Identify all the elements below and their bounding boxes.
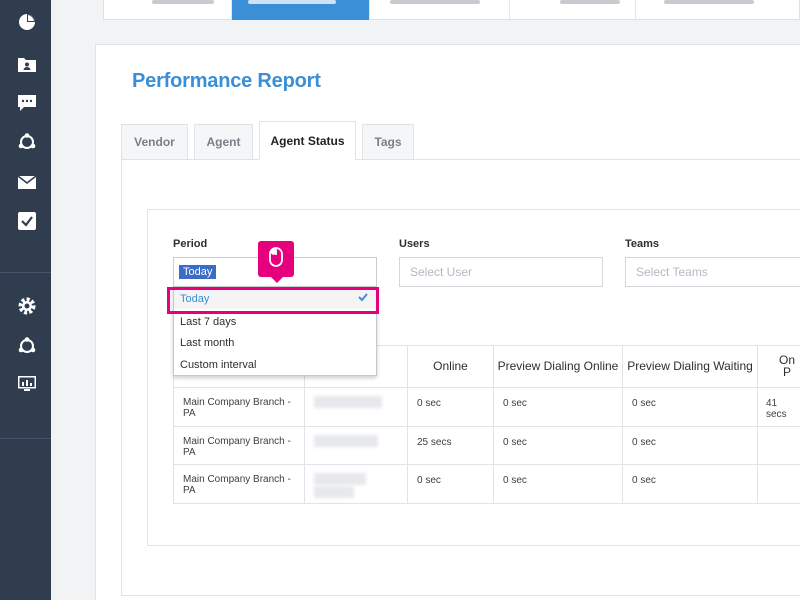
pie-chart-icon[interactable] xyxy=(17,12,37,32)
dashboard-tab[interactable] xyxy=(510,0,636,20)
contact-folder-icon[interactable] xyxy=(17,54,37,74)
dashboard-tab-bar xyxy=(103,0,800,20)
tab-agent-status[interactable]: Agent Status xyxy=(259,121,356,160)
mail-icon[interactable] xyxy=(17,172,37,192)
sidebar xyxy=(0,0,51,600)
tab-agent[interactable]: Agent xyxy=(194,124,253,160)
column-header-on-p[interactable]: On P xyxy=(758,345,800,387)
dashboard-tab-active[interactable] xyxy=(232,0,370,20)
cell-branch: Main Company Branch - PA xyxy=(183,436,291,458)
table-border xyxy=(304,376,305,503)
period-option-last-month[interactable]: Last month xyxy=(174,332,376,353)
sidebar-divider xyxy=(0,272,51,273)
cell-online: 0 sec xyxy=(417,398,441,409)
period-option-custom-interval[interactable]: Custom interval xyxy=(174,354,376,375)
cell-pd-online: 0 sec xyxy=(503,398,527,409)
cell-branch: Main Company Branch - PA xyxy=(183,397,291,419)
cell-branch: Main Company Branch - PA xyxy=(183,474,291,496)
cell-pd-online: 0 sec xyxy=(503,437,527,448)
chat-icon[interactable] xyxy=(17,93,37,113)
cell-online: 25 secs xyxy=(417,437,452,448)
sidebar-divider xyxy=(0,438,51,439)
network-settings-icon[interactable] xyxy=(17,336,37,356)
monitor-dashboard-icon[interactable] xyxy=(17,374,37,394)
table-border xyxy=(173,426,800,427)
cell-pd-waiting: 0 sec xyxy=(632,437,656,448)
cell-online: 0 sec xyxy=(417,475,441,486)
table-border xyxy=(173,387,800,388)
column-header-preview-dialing-online[interactable]: Preview Dialing Online xyxy=(494,345,622,387)
teams-select[interactable]: Select Teams xyxy=(625,257,800,287)
period-label: Period xyxy=(173,238,208,250)
mouse-icon xyxy=(269,246,283,272)
period-option-last-7-days[interactable]: Last 7 days xyxy=(174,311,376,332)
redacted-agent-name xyxy=(314,473,366,485)
users-select[interactable]: Select User xyxy=(399,257,603,287)
redacted-agent-name xyxy=(314,435,378,447)
task-check-icon[interactable] xyxy=(17,211,37,231)
column-header-preview-dialing-waiting[interactable]: Preview Dialing Waiting xyxy=(623,345,757,387)
highlight-box xyxy=(167,287,379,314)
cell-pd-waiting: 0 sec xyxy=(632,398,656,409)
dashboard-tab[interactable] xyxy=(370,0,510,20)
redacted-agent-name xyxy=(314,486,354,498)
page-title: Performance Report xyxy=(132,70,321,92)
period-selected-value: Today xyxy=(179,265,217,279)
gear-icon[interactable] xyxy=(17,296,37,316)
table-border xyxy=(173,464,800,465)
users-label: Users xyxy=(399,238,430,250)
cell-pd-online: 0 sec xyxy=(503,475,527,486)
tab-tags[interactable]: Tags xyxy=(362,124,414,160)
cell-on-p: 41 secs xyxy=(766,398,787,420)
mouse-click-badge xyxy=(258,241,294,283)
cell-pd-waiting: 0 sec xyxy=(632,475,656,486)
network-icon[interactable] xyxy=(17,132,37,152)
dashboard-tab[interactable] xyxy=(636,0,800,20)
table-border xyxy=(173,503,800,504)
column-header-online[interactable]: Online xyxy=(408,345,493,387)
tab-vendor[interactable]: Vendor xyxy=(121,124,188,160)
teams-label: Teams xyxy=(625,238,660,250)
redacted-agent-name xyxy=(314,396,382,408)
dashboard-tab[interactable] xyxy=(104,0,232,20)
